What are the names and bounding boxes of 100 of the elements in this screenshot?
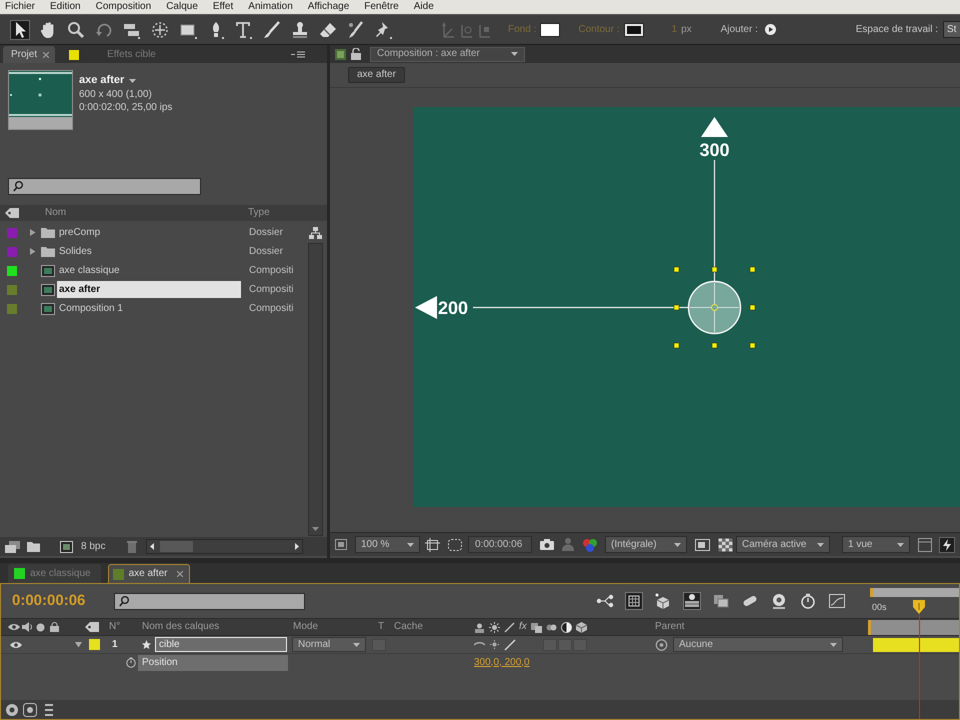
frame-icon[interactable] [335,539,347,550]
item-name[interactable]: axe after [57,281,241,298]
menu-item[interactable]: Affichage [308,1,350,13]
overlapping-circles-icon[interactable] [546,622,557,632]
composition-tab[interactable]: Composition : axe after [370,46,525,62]
search-field[interactable] [8,178,201,195]
label-swatch-icon[interactable] [7,228,17,238]
dashed-rectangle-icon[interactable] [448,538,462,550]
column-header[interactable]: N° [109,621,120,633]
menu-item[interactable]: Edition [50,1,81,13]
column-header[interactable]: Nom [45,207,66,218]
lock-icon[interactable] [351,48,361,60]
scroll-left-icon[interactable] [150,543,154,550]
menu-item[interactable]: Aide [414,1,434,13]
stopwatch-icon[interactable] [799,592,817,610]
rounded-square-icon[interactable] [23,702,37,716]
parent-dropdown[interactable]: Aucune [673,637,843,652]
composition-icon[interactable] [335,48,346,60]
panel-tab[interactable]: Projet [3,46,56,63]
caret-icon[interactable] [129,78,136,82]
selection-handle[interactable] [750,266,756,272]
crop-marks-icon[interactable] [425,538,440,552]
selection-handle[interactable] [712,342,718,348]
close-icon[interactable] [43,52,50,58]
selection-handle[interactable] [674,342,680,348]
flowchart-icon[interactable] [308,227,322,239]
menu-item[interactable]: Calque [166,1,198,13]
expand-arrow-icon[interactable] [29,248,36,255]
ring-icon[interactable] [655,638,668,650]
sun-icon[interactable] [489,622,500,632]
horizontal-scrollbar[interactable] [146,539,304,554]
scroll-right-icon[interactable] [295,543,300,550]
overlapping-squares-icon[interactable] [712,592,730,610]
composition-icon[interactable] [60,540,73,552]
layer-search-field[interactable] [114,592,305,610]
menu-item[interactable]: Fenêtre [364,1,399,13]
selection-handle[interactable] [674,304,680,310]
menu-item[interactable]: Composition [96,1,152,13]
brush-icon[interactable] [262,20,282,40]
caret-icon[interactable] [674,542,681,546]
work-area-bar[interactable] [868,620,959,634]
property-value[interactable]: 300,0, 200,0 [474,656,530,668]
target-circle[interactable] [688,280,742,334]
workspace-dropdown[interactable]: St [943,21,960,38]
caret-icon[interactable] [830,642,837,646]
column-header[interactable]: Cache [394,621,423,633]
view-layout-dropdown[interactable]: 1 vue [842,536,910,553]
bit-depth-button[interactable]: 8 bpc [81,540,106,552]
cube-icon[interactable] [576,622,587,632]
stroke-swatch[interactable] [624,22,644,36]
checkerboard-icon[interactable] [718,538,733,552]
half-circle-icon[interactable] [560,622,572,632]
resolution-dropdown[interactable]: (Intégrale) [605,536,687,553]
camera-icon[interactable] [540,539,554,550]
pin-icon[interactable] [374,20,394,40]
stacked-frames-icon[interactable] [5,540,20,552]
slash-icon[interactable] [504,638,516,650]
selection-handle[interactable] [712,266,718,272]
label-swatch-icon[interactable] [7,266,17,276]
mode-dropdown[interactable]: Normal [292,637,366,652]
dashed-crosshair-icon[interactable] [150,20,170,40]
scroll-down-icon[interactable] [312,527,318,531]
caret-icon[interactable] [407,542,414,546]
menu-item[interactable]: Animation [248,1,293,13]
label-swatch-icon[interactable] [7,284,17,294]
column-header[interactable]: Parent [655,621,684,633]
caret-icon[interactable] [353,642,360,646]
lightning-icon[interactable] [939,536,955,552]
vertical-scrollbar[interactable] [308,243,322,536]
scrollbar-thumb[interactable] [160,541,194,552]
selection-handle[interactable] [750,342,756,348]
ring-on-base-icon[interactable] [770,592,788,610]
column-header[interactable]: Type [248,207,270,219]
zoom-icon[interactable] [66,20,86,40]
item-name[interactable]: axe classique [57,262,122,279]
caret-icon[interactable] [817,542,824,546]
column-header[interactable]: fx [519,621,527,633]
frame-icon[interactable] [695,538,710,550]
current-time[interactable]: 0:00:00:06 [12,592,86,609]
label-swatch-icon[interactable] [89,639,100,650]
person-behind-wall-icon[interactable] [474,622,485,632]
play-circle-icon[interactable] [764,24,776,35]
menu-item[interactable]: Fichier [5,1,36,13]
cube-icon[interactable] [654,592,672,610]
pointer-icon[interactable] [10,20,30,40]
graph-icon[interactable] [828,592,846,610]
arc-icon[interactable] [474,640,485,648]
time-field[interactable]: 0:00:00:06 [468,536,532,553]
expand-arrow-icon[interactable] [75,641,82,648]
expand-arrow-icon[interactable] [29,229,36,236]
overlapping-squares-icon[interactable] [530,622,542,632]
close-icon[interactable] [176,571,183,577]
selection-handle[interactable] [674,266,680,272]
caret-icon[interactable] [897,542,904,546]
timeline-tab[interactable]: axe after [108,564,190,583]
grid-box-icon[interactable] [625,592,643,610]
menu-item[interactable]: Effet [212,1,234,13]
eye-icon[interactable] [10,640,22,648]
text-tool-icon[interactable] [234,20,254,40]
channels-icon[interactable] [582,538,598,552]
